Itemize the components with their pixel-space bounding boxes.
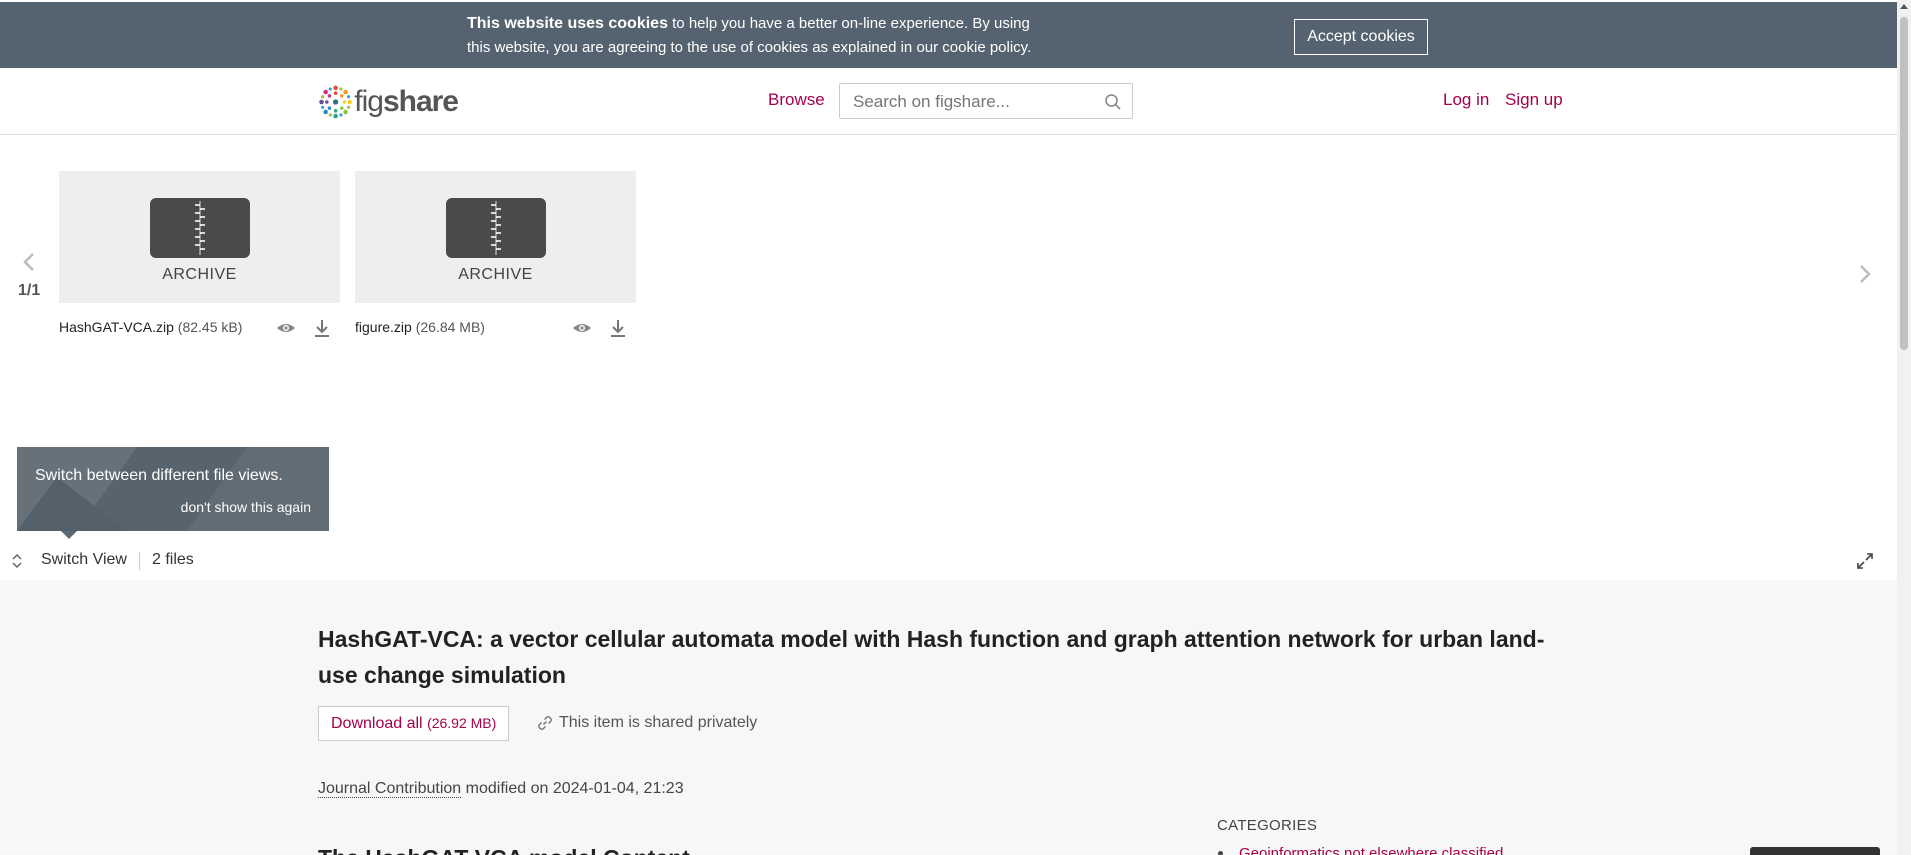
eye-icon[interactable] xyxy=(572,318,592,338)
download-icon[interactable] xyxy=(312,318,332,338)
chevron-left-icon[interactable] xyxy=(20,250,38,274)
carousel-pager: 1/1 xyxy=(18,282,41,299)
scrollbar[interactable] xyxy=(1897,0,1911,855)
item-type-link[interactable]: Journal Contribution xyxy=(318,780,462,798)
page: This website uses cookies to help you ha… xyxy=(0,0,1911,855)
download-icon[interactable] xyxy=(608,318,628,338)
link-icon xyxy=(538,716,552,730)
accept-cookies-button[interactable]: Accept cookies xyxy=(1294,19,1428,55)
zipper-icon xyxy=(491,201,501,255)
search-box[interactable] xyxy=(839,83,1133,119)
signup-link[interactable]: Sign up xyxy=(1505,90,1563,110)
download-all-label: Download all xyxy=(331,715,423,732)
figshare-logo-icon xyxy=(319,85,353,119)
floating-tab[interactable] xyxy=(1750,847,1880,855)
file-type-label: ARCHIVE xyxy=(162,266,237,283)
expand-icon[interactable] xyxy=(1856,552,1874,570)
figshare-logo[interactable]: figshare xyxy=(318,80,459,124)
file-name: HashGAT-VCA.zip (82.45 kB) xyxy=(59,319,242,335)
item-meta: Journal Contribution modified on 2024-01… xyxy=(318,780,684,798)
divider xyxy=(139,552,140,570)
file-view-tooltip: Switch between different file views. don… xyxy=(17,447,329,531)
archive-icon xyxy=(150,198,250,258)
category-link[interactable]: Geoinformatics not elsewhere classified xyxy=(1239,845,1503,855)
download-all-size: (26.92 MB) xyxy=(427,715,497,731)
login-link[interactable]: Log in xyxy=(1443,90,1489,110)
cookie-banner: This website uses cookies to help you ha… xyxy=(0,2,1897,68)
file-name-text: figure.zip xyxy=(355,319,412,335)
cookie-message: This website uses cookies to help you ha… xyxy=(467,12,1047,60)
category-bullet xyxy=(1218,851,1223,855)
download-all-button[interactable]: Download all (26.92 MB) xyxy=(318,706,510,741)
cookie-message-end: . xyxy=(1027,39,1032,56)
file-type-label: ARCHIVE xyxy=(458,266,533,283)
cookie-message-bold: This website uses cookies xyxy=(467,15,668,32)
tooltip-message: Switch between different file views. xyxy=(35,467,283,484)
file-name-text: HashGAT-VCA.zip xyxy=(59,319,174,335)
cookie-policy-link[interactable]: cookie policy xyxy=(942,39,1027,56)
tooltip-pointer xyxy=(61,531,77,539)
files-count: 2 files xyxy=(152,551,194,568)
zipper-icon xyxy=(195,201,205,255)
search-icon[interactable] xyxy=(1104,93,1122,111)
dont-show-again-link[interactable]: don't show this again xyxy=(181,499,311,515)
content-subheading: The HashGAT-VCA model Content xyxy=(318,845,690,855)
tooltip-background-pattern xyxy=(17,447,329,531)
logo-wordmark-share: share xyxy=(382,85,459,118)
item-title: HashGAT-VCA: a vector cellular automata … xyxy=(318,626,1545,688)
chevron-right-icon[interactable] xyxy=(1856,262,1874,286)
site-header: figshare Browse Log in Sign up xyxy=(0,68,1897,135)
sharing-status: This item is shared privately xyxy=(559,714,758,731)
switch-view-button[interactable]: Switch View xyxy=(41,551,127,569)
archive-icon xyxy=(446,198,546,258)
search-input[interactable] xyxy=(853,92,1093,112)
logo-wordmark: figshare xyxy=(354,85,459,119)
switch-view-icon[interactable] xyxy=(10,553,24,569)
browse-link[interactable]: Browse xyxy=(768,90,825,110)
file-size: (82.45 kB) xyxy=(177,319,243,335)
scroll-up-arrow[interactable] xyxy=(1900,4,1908,9)
item-modified: modified on 2024-01-04, 21:23 xyxy=(461,780,684,797)
file-name: figure.zip (26.84 MB) xyxy=(355,319,485,335)
eye-icon[interactable] xyxy=(276,318,296,338)
file-preview-card[interactable]: ARCHIVE xyxy=(59,171,340,303)
file-size: (26.84 MB) xyxy=(415,319,485,335)
categories-heading: CATEGORIES xyxy=(1217,817,1318,834)
logo-wordmark-fig: fig xyxy=(354,85,384,118)
file-preview-card[interactable]: ARCHIVE xyxy=(355,171,636,303)
scrollbar-thumb[interactable] xyxy=(1900,17,1908,350)
